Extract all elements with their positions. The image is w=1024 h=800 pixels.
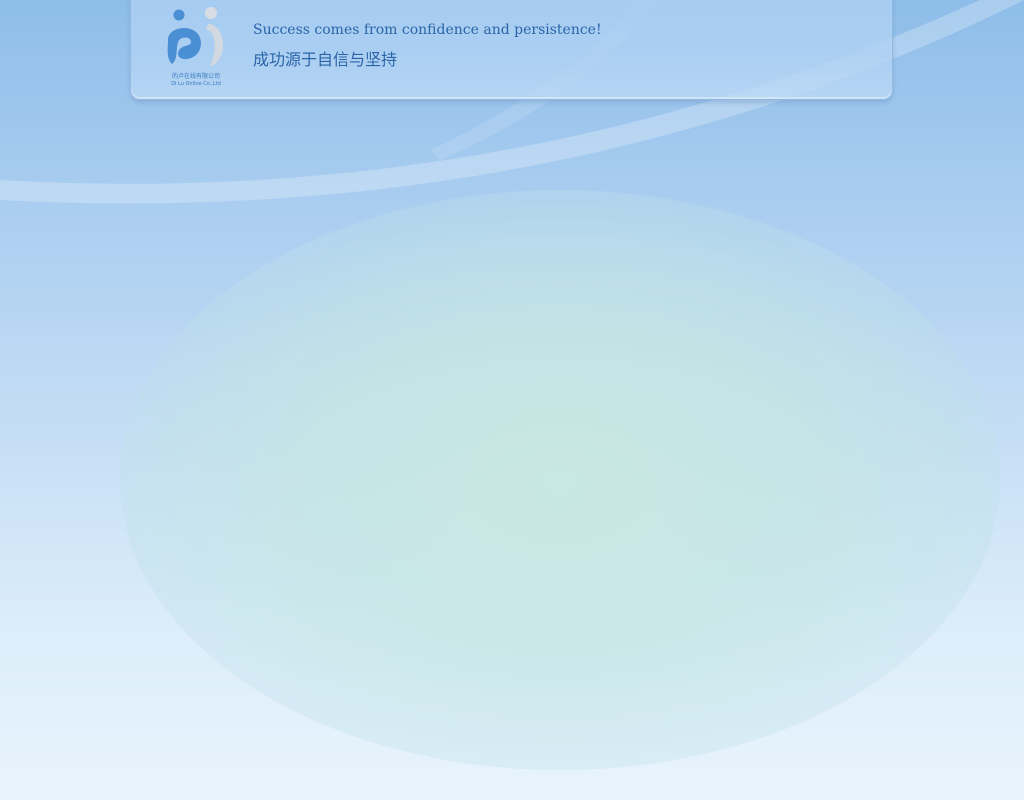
logo-name-en: Di Lu Online Co.,Ltd xyxy=(171,81,221,87)
slogan-chinese: 成功源于自信与坚持 xyxy=(253,50,398,69)
slogan-english: Success comes from confidence and persis… xyxy=(253,22,602,38)
logo-name-cn: 的卢在线有限公司 xyxy=(171,73,220,80)
company-logo-icon xyxy=(167,7,224,66)
header-panel xyxy=(130,0,893,100)
company-logo[interactable]: 的卢在线有限公司 Di Lu Online Co.,Ltd xyxy=(158,2,234,90)
background-glow xyxy=(120,190,1000,770)
